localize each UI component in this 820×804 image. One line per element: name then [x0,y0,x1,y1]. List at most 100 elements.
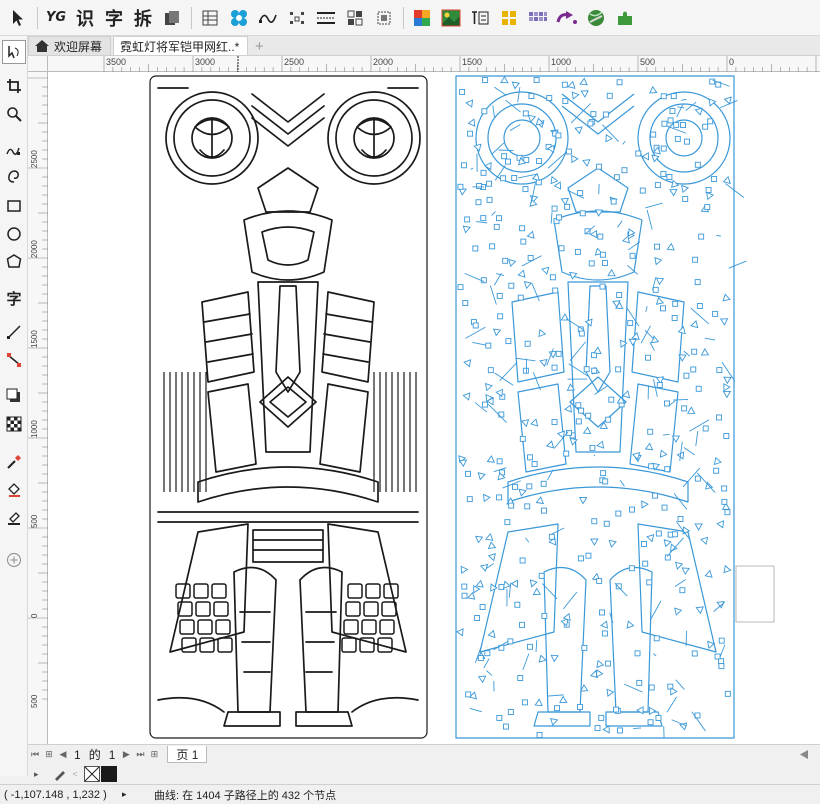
ruler-label: 500 [640,57,655,67]
text-tool[interactable]: 字 [2,286,26,310]
current-page: 1 [74,747,81,762]
add-tab-button[interactable]: + [250,37,268,55]
mosaic-button[interactable] [524,4,552,32]
rectangle-tool[interactable] [2,194,26,218]
ruler-label: 1000 [30,420,39,438]
ruler-label: 0 [729,57,734,67]
puzzle-button[interactable] [611,4,639,32]
identify-button[interactable]: 识 [71,4,99,32]
polygon-tool[interactable] [2,250,26,274]
polygon-icon [6,254,22,268]
eyedropper-icon [7,455,21,469]
text-tool-icon: 字 [6,289,22,308]
scroll-left-arrow-icon[interactable] [788,748,818,761]
pick-tool-button[interactable] [4,4,32,32]
chevron-left-icon: < [72,769,78,779]
layers-button[interactable] [158,4,186,32]
rectangle-icon [7,200,21,212]
previous-page-button[interactable]: ◀ [56,748,70,762]
connector-icon [7,353,21,367]
ruler-label: 1000 [551,57,571,67]
home-icon [35,40,49,52]
ellipse-tool[interactable] [2,222,26,246]
identify-label: 识 [76,8,94,30]
nodes-button[interactable] [283,4,311,32]
mosaic-icon [529,11,547,21]
ruler-label: 2500 [30,150,39,168]
checker-icon [6,416,22,432]
horizontal-ruler-ticks: 3500 3000 2500 2000 1500 1000 500 0 [103,56,817,72]
tab-document[interactable]: 霓虹灯将军铠甲网红..* [113,36,249,55]
eyedropper-tool[interactable] [2,450,26,474]
add-page-after-button[interactable]: ⊞ [147,748,161,762]
main-toolbar: YG 识 字 拆 [0,0,820,36]
no-fill-swatch[interactable] [83,766,100,782]
freehand-tool[interactable] [2,138,26,162]
drop-shadow-tool[interactable] [2,384,26,408]
zoom-tool[interactable] [2,102,26,126]
drawing-canvas[interactable] [48,72,820,744]
artistic-media-tool[interactable] [2,164,26,188]
table-icon [202,10,218,25]
transform-button[interactable] [553,4,581,32]
last-page-button[interactable]: ⏭ [133,748,147,762]
image-icon [441,9,461,26]
pen-outline-icon[interactable] [53,767,67,781]
armor-node-artwork[interactable] [455,75,735,739]
ruler-label: 2000 [373,57,393,67]
document-tabbar: 欢迎屏幕 霓虹灯将军铠甲网红..* + [28,36,820,56]
table-button[interactable] [196,4,224,32]
expand-arrow-icon[interactable]: ▸ [34,769,39,780]
total-pages: 1 [108,747,116,762]
pattern-button[interactable] [225,4,253,32]
curve-button[interactable] [254,4,282,32]
color-swatch-button[interactable] [408,4,436,32]
first-page-button[interactable]: ⏮ [28,748,42,762]
split-button[interactable]: 拆 [129,4,157,32]
canvas-svg [149,75,775,739]
color-blocks-icon [414,9,430,26]
magnifier-icon [7,107,22,122]
ruler-label: 0 [30,613,39,618]
next-page-button[interactable]: ▶ [119,748,133,762]
globe-icon [588,9,604,26]
tab-welcome-screen[interactable]: 欢迎屏幕 [28,36,112,55]
black-outline-swatch[interactable] [100,766,117,782]
dimension-line-icon [7,325,21,339]
connector-tool[interactable] [2,348,26,372]
dimension-tool[interactable] [2,320,26,344]
transparency-tool[interactable] [2,412,26,436]
nodes-icon [290,11,304,24]
font-label: YG [45,10,67,25]
character-button[interactable]: 字 [100,4,128,32]
distribute-button[interactable] [495,4,523,32]
grid-icon [347,10,363,25]
image-button[interactable] [437,4,465,32]
page-tab-1[interactable]: 页 1 [167,746,208,763]
shape-tool[interactable] [2,40,26,64]
font-button[interactable]: YG [42,4,70,32]
lines-button[interactable] [312,4,340,32]
text-align-button[interactable] [466,4,494,32]
floating-panel[interactable] [735,565,775,623]
cursor-coordinates: ( -1,107.148 , 1,232 ) [4,788,107,801]
page-navigator: ⏮ ⊞ ◀ 1 的 1 ▶ ⏭ ⊞ 页 1 [28,744,820,764]
add-page-before-button[interactable]: ⊞ [42,748,56,762]
status-arrow-icon[interactable]: ▸ [122,789,150,800]
vertical-ruler[interactable]: 2500 2000 1500 1000 500 0 500 [28,72,48,744]
curve-nodes[interactable] [455,75,747,739]
ruler-label: 1500 [462,57,482,67]
interactive-fill-tool[interactable] [2,478,26,502]
ruler-corner[interactable] [28,56,48,72]
plus-circle-icon [6,552,22,568]
add-tool-button[interactable] [2,548,26,572]
transform-arrow-icon [556,10,577,24]
shape-node-icon [8,46,19,59]
horizontal-ruler[interactable]: 3500 3000 2500 2000 1500 1000 500 0 [48,56,820,72]
globe-button[interactable] [582,4,610,32]
crop-tool[interactable] [2,74,26,98]
scan-button[interactable] [370,4,398,32]
curve-icon [259,14,277,23]
grid-button[interactable] [341,4,369,32]
smart-fill-tool[interactable] [2,506,26,530]
